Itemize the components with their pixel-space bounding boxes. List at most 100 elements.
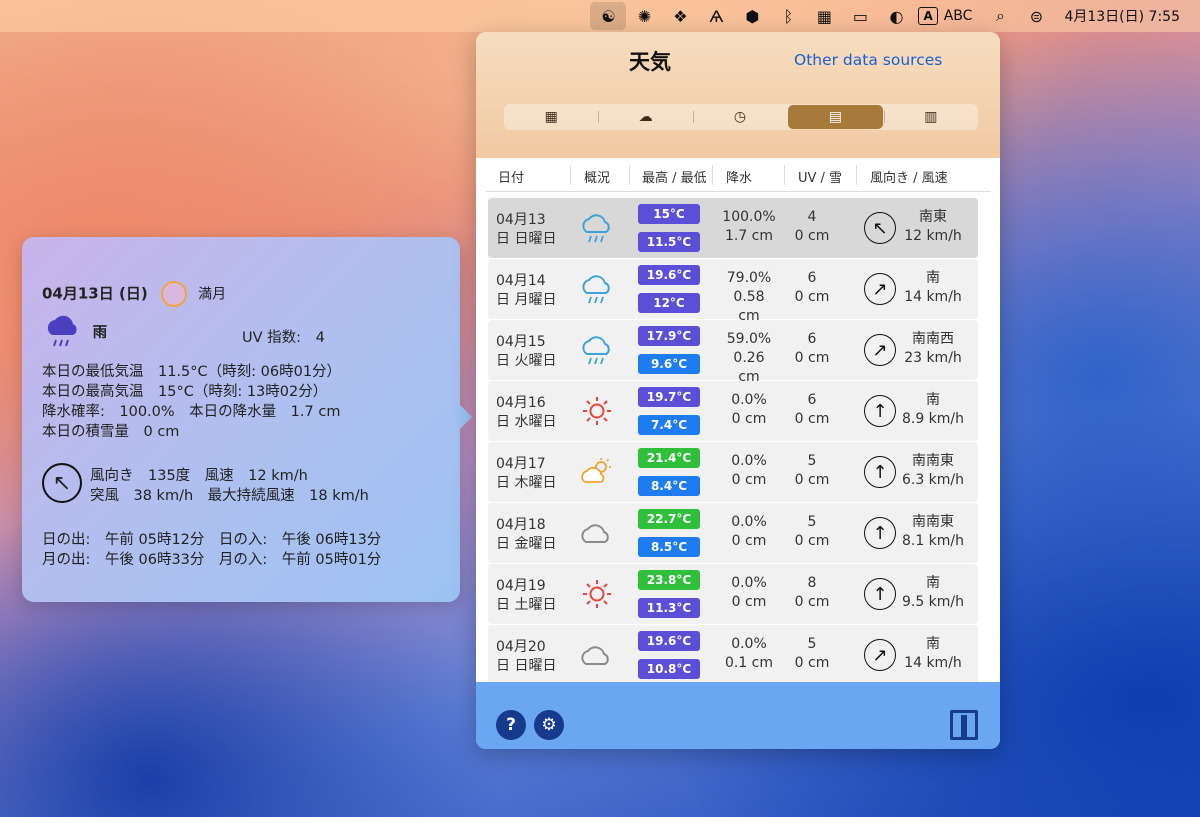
header-divider <box>712 165 713 185</box>
rain-icon <box>578 334 616 366</box>
snow-amount: 0 cm <box>794 228 830 244</box>
row-date-day: 04月17 <box>496 456 546 472</box>
rain-icon <box>47 315 77 347</box>
menu-bar: ☯ ✺ ❖ Ѧ ⬢ ᛒ ▦ ▭ ◐ A ABC ⌕ ⊜ 4月13日(日) 7:5… <box>0 0 1200 32</box>
low-temp-badge: 10.8°C <box>638 659 700 679</box>
uv-index: 6 <box>807 270 817 286</box>
header-date: 日付 <box>498 171 525 186</box>
row-wind: 南東 12 km/h <box>900 208 966 246</box>
help-button[interactable]: ? <box>496 710 526 740</box>
battery-icon[interactable]: ▭ <box>842 2 878 30</box>
calendar-grid-icon[interactable]: ▦ <box>806 2 842 30</box>
header-wind: 風向き / 風速 <box>870 171 948 186</box>
settings-button[interactable]: ⚙ <box>534 710 564 740</box>
low-temp-badge: 7.4°C <box>638 415 700 435</box>
document-icon: ▥ <box>924 109 938 125</box>
daily-forecast-list[interactable]: 04月13 日 日曜日 15°C 11.5°C 100.0% 1.7 cm 4 0 cm ↖ 南東… <box>488 198 978 682</box>
low-temp-badge: 12°C <box>638 293 700 313</box>
row-weekday: 日 金曜日 <box>496 536 557 552</box>
header-divider <box>570 165 571 185</box>
font-icon[interactable]: Ѧ <box>698 2 734 30</box>
forecast-row[interactable]: 04月19 日 土曜日 23.8°C 11.3°C 0.0% 0 cm 8 0 cm ↑ 南 9.5… <box>488 564 978 624</box>
quit-door-icon[interactable] <box>950 710 978 740</box>
sun-icon <box>578 395 616 427</box>
uv-index: 6 <box>807 331 817 347</box>
wind-speed: 14 km/h <box>904 655 962 671</box>
cloud-icon <box>578 517 616 549</box>
forecast-row[interactable]: 04月17 日 木曜日 21.4°C 8.4°C 0.0% 0 cm 5 0 cm ↑ 南南東 6.… <box>488 442 978 502</box>
tab-calendar[interactable]: ▦ <box>504 104 598 130</box>
snow-amount: 0 cm <box>794 472 830 488</box>
row-uv-snow: 5 0 cm <box>784 635 840 673</box>
wind-speed: 12 km/h <box>904 228 962 244</box>
row-date: 04月18 日 金曜日 <box>496 516 556 554</box>
precip-amount: 0.58 <box>733 289 765 305</box>
wind-arrow-icon: ↑ <box>864 517 896 549</box>
snow-amount: 0 cm <box>794 350 830 366</box>
row-date-day: 04月16 <box>496 395 546 411</box>
row-weekday: 日 土曜日 <box>496 597 557 613</box>
precip-amount: 1.7 cm <box>724 228 774 244</box>
row-weekday: 日 火曜日 <box>496 353 557 369</box>
wind-speed: 8.9 km/h <box>901 411 965 427</box>
forecast-row[interactable]: 04月20 日 日曜日 19.6°C 10.8°C 0.0% 0.1 cm 5 0 cm ↗ 南 1… <box>488 625 978 682</box>
row-precip: 0.0% 0 cm <box>716 452 782 490</box>
wind-arrow-icon: ↗ <box>864 273 896 305</box>
precip-amount: 0 cm <box>731 472 767 488</box>
forecast-row[interactable]: 04月15 日 火曜日 17.9°C 9.6°C 59.0% 0.26 cm 6 0 cm ↗ 南南… <box>488 320 978 385</box>
control-center-icon[interactable]: ⊜ <box>1018 2 1054 30</box>
high-temp-badge: 19.7°C <box>638 387 700 407</box>
openai-icon[interactable]: ✺ <box>626 2 662 30</box>
app-title: 天気 <box>629 46 709 76</box>
row-weekday: 日 日曜日 <box>496 231 557 247</box>
table-header: 日付 概況 最高 / 最低 降水 UV / 雪 風向き / 風速 <box>486 158 990 192</box>
wind-speed: 8.1 km/h <box>901 533 965 549</box>
forecast-row[interactable]: 04月16 日 水曜日 19.7°C 7.4°C 0.0% 0 cm 6 0 cm ↑ 南 8.9 … <box>488 381 978 441</box>
day-detail-popover: 04月13日 (日) 満月 雨 UV 指数: 4 本日の最低気温 11.5°C（… <box>22 237 460 602</box>
header-divider <box>856 165 857 185</box>
wind-direction: 南南西 <box>912 331 954 347</box>
detail-line-max: 本日の最高気温 15°C（時刻: 13時02分） <box>42 384 328 400</box>
tab-daily-list[interactable]: ▤ <box>788 105 883 129</box>
search-icon[interactable]: ⌕ <box>982 2 1018 30</box>
row-wind: 南南西 23 km/h <box>900 330 966 368</box>
rain-icon <box>578 273 616 305</box>
snow-amount: 0 cm <box>794 411 830 427</box>
hexagon-icon[interactable]: ⬢ <box>734 2 770 30</box>
input-method-icon[interactable]: A ABC <box>914 2 982 30</box>
low-temp-badge: 11.3°C <box>638 598 700 618</box>
wind-direction: 南南東 <box>912 514 954 530</box>
menu-clock[interactable]: 4月13日(日) 7:55 <box>1064 6 1180 26</box>
row-date: 04月20 日 日曜日 <box>496 638 556 676</box>
panel-header: 天気 Other data sources ▦ ☁ ◷ ▤ ▥ <box>476 32 1000 158</box>
contrast-icon[interactable]: ◐ <box>878 2 914 30</box>
wind-direction: 南 <box>926 636 940 652</box>
detail-line-min: 本日の最低気温 11.5°C（時刻: 06時01分） <box>42 364 342 380</box>
bluetooth-icon[interactable]: ᛒ <box>770 2 806 30</box>
dropbox-icon[interactable]: ❖ <box>662 2 698 30</box>
yin-yang-icon[interactable]: ☯ <box>590 2 627 30</box>
high-temp-badge: 23.8°C <box>638 570 700 590</box>
low-temp-badge: 9.6°C <box>638 354 700 374</box>
tab-current-weather[interactable]: ☁ <box>598 104 692 130</box>
header-summary: 概況 <box>584 171 611 186</box>
other-data-sources-link[interactable]: Other data sources <box>794 51 942 69</box>
forecast-row[interactable]: 04月18 日 金曜日 22.7°C 8.5°C 0.0% 0 cm 5 0 cm ↑ 南南東 8.… <box>488 503 978 563</box>
precip-amount: 0.1 cm <box>724 655 774 671</box>
list-icon: ▤ <box>828 109 843 125</box>
tab-hourly[interactable]: ◷ <box>692 104 787 130</box>
snow-amount: 0 cm <box>794 533 830 549</box>
wind-arrow-icon: ↗ <box>864 334 896 366</box>
input-method-label: ABC <box>943 8 973 24</box>
forecast-row[interactable]: 04月13 日 日曜日 15°C 11.5°C 100.0% 1.7 cm 4 0 cm ↖ 南東… <box>488 198 978 258</box>
precip-pct: 0.0% <box>731 636 767 652</box>
partly-cloudy-icon: ☁ <box>638 109 653 125</box>
uv-index: 4 <box>807 209 817 225</box>
high-temp-badge: 21.4°C <box>638 448 700 468</box>
row-wind: 南 14 km/h <box>900 635 966 673</box>
wind-direction-icon: ↖ <box>42 463 82 503</box>
tab-report[interactable]: ▥ <box>883 104 978 130</box>
uv-index: 6 <box>807 392 817 408</box>
forecast-row[interactable]: 04月14 日 月曜日 19.6°C 12°C 79.0% 0.58 cm 6 0 cm ↗ 南 14… <box>488 259 978 324</box>
precip-amount: 0 cm <box>731 411 767 427</box>
